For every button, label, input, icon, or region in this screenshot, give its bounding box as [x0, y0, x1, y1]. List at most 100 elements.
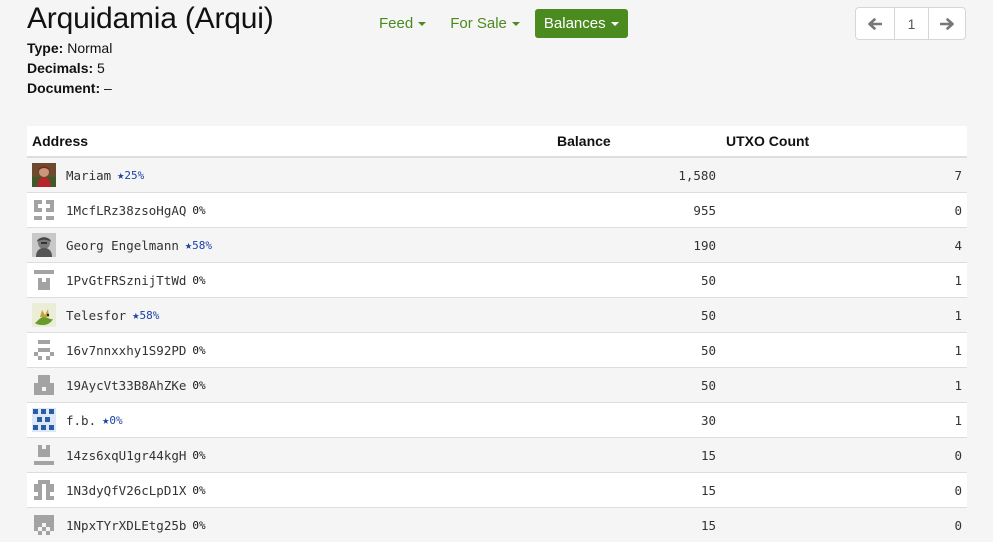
nav-feed-dropdown[interactable]: Feed: [370, 9, 435, 38]
address-link[interactable]: 1N3dyQfV26cLpD1X: [66, 483, 186, 498]
nav-for-sale-label: For Sale: [450, 15, 507, 32]
utxo-count-cell: 1: [721, 403, 967, 438]
token-nav: Feed For Sale Balances: [370, 9, 634, 38]
address-cell: 16v7nnxxhy1S92PD 0%: [27, 333, 552, 368]
table-row: 19AycVt33B8AhZKe 0% 501: [27, 368, 967, 403]
nav-for-sale-dropdown[interactable]: For Sale: [441, 9, 529, 38]
utxo-count-cell: 4: [721, 228, 967, 263]
trust-badge: ★25%: [117, 168, 144, 182]
address-cell: f.b.★0%: [27, 403, 552, 438]
arrow-left-icon: [868, 18, 882, 30]
nav-balances-dropdown[interactable]: Balances: [535, 9, 628, 38]
avatar[interactable]: [32, 408, 56, 432]
column-header-balance[interactable]: Balance: [552, 126, 721, 157]
avatar[interactable]: [32, 338, 56, 362]
balance-cell: 15: [552, 473, 721, 508]
address-cell: 1N3dyQfV26cLpD1X0%: [27, 473, 552, 508]
trust-badge: 0%: [192, 379, 205, 392]
decimals-value: 5: [97, 60, 105, 76]
page-title: Arquidamia (Arqui): [27, 2, 274, 36]
trust-badge: 0%: [192, 204, 205, 217]
trust-percent: 0%: [109, 414, 122, 427]
balance-cell: 50: [552, 333, 721, 368]
balance-cell: 190: [552, 228, 721, 263]
trust-percent: 58%: [139, 309, 159, 322]
decimals-row: Decimals: 5: [27, 58, 112, 78]
decimals-label: Decimals:: [27, 60, 93, 76]
address-cell: 19AycVt33B8AhZKe 0%: [27, 368, 552, 403]
trust-badge: 0%: [192, 519, 205, 532]
address-cell: Georg Engelmann ★58%: [27, 228, 552, 263]
utxo-count-cell: 0: [721, 438, 967, 473]
utxo-count-cell: 0: [721, 193, 967, 228]
trust-badge: ★58%: [185, 238, 212, 252]
address-link[interactable]: 1McfLRz38zsoHgAQ: [66, 203, 186, 218]
trust-percent: 0%: [192, 274, 205, 287]
table-row: 1PvGtFRSznijTtWd 0% 501: [27, 263, 967, 298]
address-link[interactable]: 19AycVt33B8AhZKe: [66, 378, 186, 393]
address-link[interactable]: Georg Engelmann: [66, 238, 179, 253]
table-row: Mariam★25%1,5807: [27, 157, 967, 193]
balance-cell: 30: [552, 403, 721, 438]
utxo-count-cell: 1: [721, 263, 967, 298]
table-row: Telesfor ★58% 501: [27, 298, 967, 333]
avatar[interactable]: [32, 198, 56, 222]
document-label: Document:: [27, 80, 100, 96]
avatar[interactable]: [32, 373, 56, 397]
address-link[interactable]: Telesfor: [66, 308, 126, 323]
address-link[interactable]: Mariam: [66, 168, 111, 183]
table-row: 16v7nnxxhy1S92PD0%501: [27, 333, 967, 368]
trust-percent: 0%: [192, 379, 205, 392]
balance-cell: 50: [552, 263, 721, 298]
caret-down-icon: [512, 22, 520, 26]
trust-percent: 0%: [192, 449, 205, 462]
trust-badge: 0%: [192, 344, 205, 357]
avatar[interactable]: [32, 513, 56, 537]
table-row: Georg Engelmann ★58% 1904: [27, 228, 967, 263]
table-row: 1N3dyQfV26cLpD1X0%150: [27, 473, 967, 508]
avatar[interactable]: [32, 303, 56, 327]
nav-balances-label: Balances: [544, 15, 606, 32]
address-cell: 14zs6xqU1gr44kgH 0%: [27, 438, 552, 473]
trust-badge: ★58%: [132, 308, 159, 322]
avatar[interactable]: [32, 233, 56, 257]
balance-cell: 955: [552, 193, 721, 228]
trust-badge: 0%: [192, 274, 205, 287]
utxo-count-cell: 0: [721, 473, 967, 508]
address-link[interactable]: 14zs6xqU1gr44kgH: [66, 448, 186, 463]
balance-cell: 50: [552, 298, 721, 333]
type-value: Normal: [67, 40, 112, 56]
table-row: 14zs6xqU1gr44kgH0%150: [27, 438, 967, 473]
address-link[interactable]: f.b.: [66, 413, 96, 428]
caret-down-icon: [418, 22, 426, 26]
type-row: Type: Normal: [27, 38, 112, 58]
balance-cell: 50: [552, 368, 721, 403]
address-link[interactable]: 1PvGtFRSznijTtWd: [66, 273, 186, 288]
address-cell: 1McfLRz38zsoHgAQ 0%: [27, 193, 552, 228]
balance-cell: 1,580: [552, 157, 721, 193]
avatar[interactable]: [32, 163, 56, 187]
column-header-address[interactable]: Address: [27, 126, 552, 157]
utxo-count-cell: 1: [721, 368, 967, 403]
document-value: –: [104, 80, 112, 96]
address-link[interactable]: 1NpxTYrXDLEtg25b: [66, 518, 186, 533]
column-header-utxo-count[interactable]: UTXO Count: [721, 126, 967, 157]
table-row: f.b.★0%301: [27, 403, 967, 438]
avatar[interactable]: [32, 268, 56, 292]
trust-percent: 0%: [192, 204, 205, 217]
current-page-number[interactable]: 1: [895, 8, 928, 39]
type-label: Type:: [27, 40, 63, 56]
address-cell: Mariam ★25%: [27, 157, 552, 193]
address-link[interactable]: 16v7nnxxhy1S92PD: [66, 343, 186, 358]
address-cell: 1PvGtFRSznijTtWd 0%: [27, 263, 552, 298]
previous-page-button[interactable]: [856, 8, 895, 39]
balances-table: Address Balance UTXO Count Mariam ★25% 1,5…: [27, 126, 967, 542]
next-page-button[interactable]: [929, 8, 965, 39]
table-row: 1McfLRz38zsoHgAQ 0% 9550: [27, 193, 967, 228]
pagination: 1: [855, 7, 966, 40]
nav-feed-label: Feed: [379, 15, 413, 32]
utxo-count-cell: 1: [721, 298, 967, 333]
avatar[interactable]: [32, 478, 56, 502]
table-body: Mariam★25%1,58071McfLRz38zsoHgAQ0%9550Ge…: [27, 157, 967, 542]
avatar[interactable]: [32, 443, 56, 467]
